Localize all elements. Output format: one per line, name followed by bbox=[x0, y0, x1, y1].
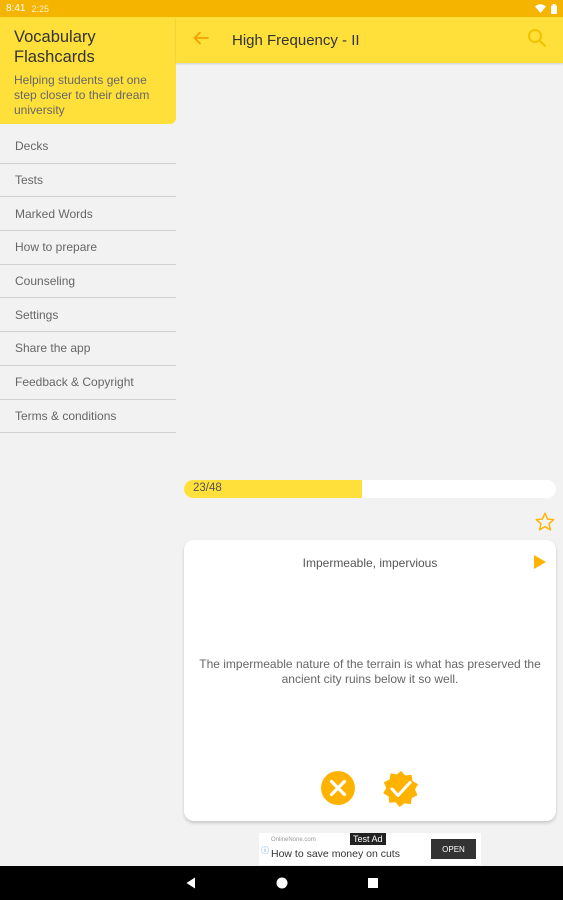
menu-item-counseling[interactable]: Counseling bbox=[0, 265, 176, 299]
ad-tag: Test Ad bbox=[350, 833, 386, 845]
menu-item-label: Tests bbox=[15, 173, 44, 188]
menu-item-label: Counseling bbox=[15, 274, 76, 289]
wifi-icon bbox=[535, 4, 546, 13]
drawer-menu: Decks Tests Marked Words How to prepare … bbox=[0, 130, 176, 434]
triangle-back-icon bbox=[184, 877, 198, 894]
menu-item-label: Decks bbox=[15, 139, 49, 154]
menu-item-settings[interactable]: Settings bbox=[0, 298, 176, 333]
nav-recents-button[interactable] bbox=[366, 876, 380, 890]
know-button[interactable] bbox=[382, 770, 420, 808]
star-outline-icon bbox=[534, 512, 556, 537]
info-icon[interactable]: ⓘ bbox=[261, 845, 269, 856]
flashcard[interactable]: Impermeable, impervious The impermeable … bbox=[184, 540, 556, 821]
nav-home-button[interactable] bbox=[275, 876, 289, 890]
menu-item-marked-words[interactable]: Marked Words bbox=[0, 197, 176, 232]
menu-item-label: Terms & conditions bbox=[15, 408, 117, 423]
menu-item-share-the-app[interactable]: Share the app bbox=[0, 332, 176, 366]
ad-site: OnlineNone.com bbox=[271, 837, 316, 843]
app-screen: 8:41 2:25 Vocabulary Flashcards Helping … bbox=[0, 0, 563, 900]
ad-headline: How to save money on cuts bbox=[271, 848, 400, 860]
drawer-subtitle: Helping students get one step closer to … bbox=[14, 73, 150, 117]
navigation-drawer: Vocabulary Flashcards Helping students g… bbox=[0, 17, 176, 866]
page-title: High Frequency - II bbox=[232, 31, 360, 49]
menu-item-label: Settings bbox=[15, 307, 59, 322]
app-bar: High Frequency - II bbox=[176, 17, 563, 63]
menu-item-decks[interactable]: Decks bbox=[0, 130, 176, 164]
close-circle-icon bbox=[320, 771, 356, 810]
status-icons bbox=[535, 3, 557, 14]
menu-item-how-to-prepare[interactable]: How to prepare bbox=[0, 231, 176, 265]
menu-item-label: Feedback & Copyright bbox=[15, 375, 134, 390]
menu-item-tests[interactable]: Tests bbox=[0, 164, 176, 198]
status-notification: 2:25 bbox=[31, 3, 49, 14]
nav-back-button[interactable] bbox=[184, 876, 198, 890]
flashcard-example-sentence: The impermeable nature of the terrain is… bbox=[199, 657, 541, 686]
menu-item-label: Share the app bbox=[15, 341, 91, 356]
battery-icon bbox=[551, 3, 557, 14]
status-time: 8:41 bbox=[6, 3, 26, 14]
flashcard-word: Impermeable, impervious bbox=[302, 556, 438, 570]
status-bar: 8:41 2:25 bbox=[0, 0, 563, 17]
square-recents-icon bbox=[366, 877, 380, 894]
ad-banner[interactable]: Test Ad OnlineNone.com ⓘ How to save mon… bbox=[259, 833, 481, 865]
drawer-header: Vocabulary Flashcards Helping students g… bbox=[0, 17, 176, 124]
search-icon bbox=[527, 28, 547, 53]
ad-open-button[interactable]: OPEN bbox=[431, 839, 476, 859]
progress-label: 23/48 bbox=[193, 482, 222, 494]
drawer-title: Vocabulary Flashcards bbox=[14, 28, 96, 66]
back-button[interactable] bbox=[181, 17, 221, 63]
dont-know-button[interactable] bbox=[320, 770, 356, 806]
pronounce-button[interactable] bbox=[533, 554, 547, 570]
search-button[interactable] bbox=[525, 28, 549, 52]
circle-home-icon bbox=[275, 877, 289, 894]
system-navigation-bar bbox=[0, 866, 563, 900]
deck-progress-bar: 23/48 bbox=[184, 480, 556, 498]
menu-item-terms-conditions[interactable]: Terms & conditions bbox=[0, 400, 176, 434]
check-badge-icon bbox=[382, 771, 420, 812]
arrow-left-icon bbox=[193, 31, 209, 50]
mark-word-button[interactable] bbox=[534, 511, 556, 533]
play-icon bbox=[533, 555, 547, 574]
menu-item-label: How to prepare bbox=[15, 240, 98, 255]
menu-item-feedback-copyright[interactable]: Feedback & Copyright bbox=[0, 366, 176, 400]
menu-item-label: Marked Words bbox=[15, 206, 93, 221]
